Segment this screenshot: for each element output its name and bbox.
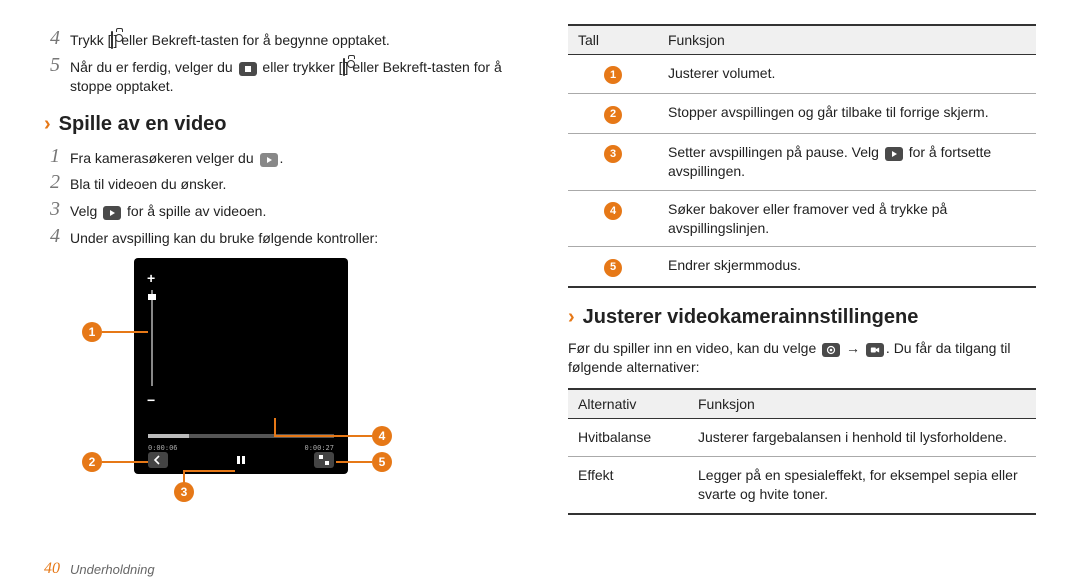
play-step-2: 2 Bla til videoen du ønsker. xyxy=(44,172,512,195)
plus-icon: + xyxy=(147,270,155,286)
stop-icon xyxy=(239,62,257,76)
heading-adjust-settings: › Justerer videokamerainnstillingene xyxy=(568,306,1036,329)
section-title: Underholdning xyxy=(70,562,155,577)
back-button[interactable] xyxy=(148,452,168,468)
col-option: Alternativ xyxy=(568,389,688,419)
video-player-diagram: + − 0:00:06 0:00:27 1 2 xyxy=(74,258,454,512)
page-footer: 40 Underholdning xyxy=(44,552,1036,578)
pause-button[interactable] xyxy=(231,452,251,468)
bullet-5: 5 xyxy=(604,259,622,277)
bullet-2: 2 xyxy=(604,106,622,124)
bullet-1: 1 xyxy=(604,66,622,84)
video-camera-icon xyxy=(866,343,884,357)
chevron-icon: › xyxy=(568,306,575,329)
table-row: 3 Setter avspillingen på pause. Velg for… xyxy=(568,133,1036,190)
video-screen: + − 0:00:06 0:00:27 xyxy=(134,258,348,474)
callout-2: 2 xyxy=(82,452,102,472)
callout-5: 5 xyxy=(372,452,392,472)
play-step-3: 3 Velg for å spille av videoen. xyxy=(44,199,512,222)
volume-slider[interactable]: + − xyxy=(148,278,156,398)
step-4: 4 Trykk [] eller Bekreft-tasten for å be… xyxy=(44,28,512,51)
time-duration: 0:00:27 xyxy=(304,444,334,452)
heading-play-video: › Spille av en video xyxy=(44,113,512,136)
col-number: Tall xyxy=(568,25,658,55)
table-row: 1 Justerer volumet. xyxy=(568,55,1036,94)
settings-table: Alternativ Funksjon Hvitbalanse Justerer… xyxy=(568,388,1036,515)
callout-4: 4 xyxy=(372,426,392,446)
gear-icon xyxy=(822,343,840,357)
camera-icon xyxy=(111,31,113,49)
step-5: 5 Når du er ferdig, velger du eller tryk… xyxy=(44,55,512,97)
play-icon xyxy=(260,153,278,167)
adjust-description: Før du spiller inn en video, kan du velg… xyxy=(568,339,1036,378)
callout-3: 3 xyxy=(174,482,194,502)
table-row: 5 Endrer skjermmodus. xyxy=(568,247,1036,287)
minus-icon: − xyxy=(147,392,155,408)
play-step-1: 1 Fra kamerasøkeren velger du . xyxy=(44,146,512,169)
page-number: 40 xyxy=(44,560,60,578)
table-row: Hvitbalanse Justerer fargebalansen i hen… xyxy=(568,419,1036,457)
table-row: Effekt Legger på en spesialeffekt, for e… xyxy=(568,456,1036,513)
bullet-3: 3 xyxy=(604,145,622,163)
col-function: Funksjon xyxy=(658,25,1036,55)
callout-1: 1 xyxy=(82,322,102,342)
play-icon xyxy=(885,147,903,161)
table-row: 4 Søker bakover eller framover ved å try… xyxy=(568,190,1036,247)
bullet-4: 4 xyxy=(604,202,622,220)
play-icon xyxy=(103,206,121,220)
time-current: 0:00:06 xyxy=(148,444,178,452)
chevron-icon: › xyxy=(44,113,51,136)
fullscreen-button[interactable] xyxy=(314,452,334,468)
controls-table: Tall Funksjon 1 Justerer volumet. 2 Stop… xyxy=(568,24,1036,288)
col-function: Funksjon xyxy=(688,389,1036,419)
table-row: 2 Stopper avspillingen og går tilbake ti… xyxy=(568,94,1036,133)
camera-icon xyxy=(343,58,345,76)
play-step-4: 4 Under avspilling kan du bruke følgende… xyxy=(44,226,512,249)
